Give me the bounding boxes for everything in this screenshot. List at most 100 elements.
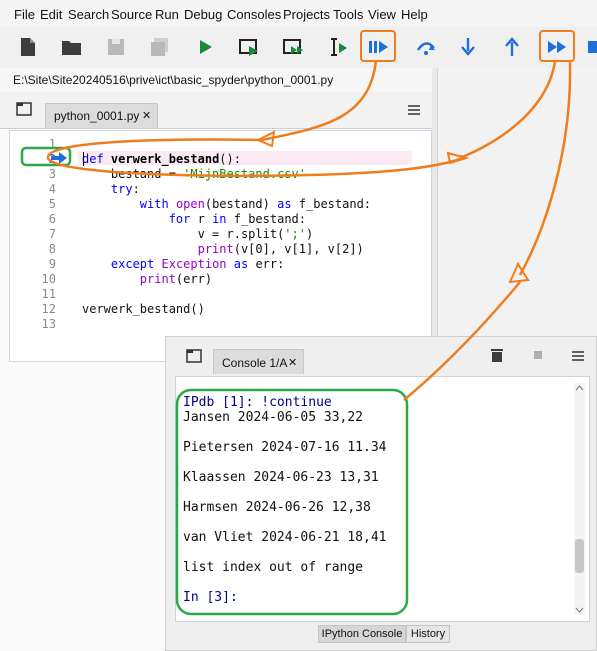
step-over-icon[interactable]: [414, 35, 438, 59]
code-token: ): [305, 227, 314, 241]
menu-search[interactable]: Search: [68, 7, 109, 22]
menu-projects[interactable]: Projects: [283, 7, 330, 22]
code-token: r: [190, 212, 213, 226]
code-line-5: with open(bestand) as f_bestand:: [82, 197, 371, 211]
code-editor[interactable]: 1 2 3 4 5 6 7 8 9 10 11 12 13 def verwer…: [9, 130, 432, 362]
code-line-10: print(err): [82, 272, 212, 286]
menu-consoles[interactable]: Consoles: [227, 7, 281, 22]
console-prompt: IPdb [1]:: [183, 395, 262, 410]
builtin: Exception: [161, 257, 227, 271]
trash-icon[interactable]: [490, 348, 504, 363]
line-number: 7: [48, 227, 56, 241]
save-all-icon[interactable]: [148, 35, 172, 59]
tab-label: Console 1/A: [222, 356, 288, 370]
code-token: err:: [248, 257, 285, 271]
scrollbar-thumb[interactable]: [575, 539, 584, 573]
line-number: 4: [48, 182, 56, 196]
run-cell-icon[interactable]: [237, 35, 261, 59]
menu-view[interactable]: View: [368, 7, 396, 22]
line-number: 9: [48, 257, 56, 271]
console-prompt: In [3]:: [183, 590, 238, 605]
toolbar: [0, 26, 597, 69]
run-selection-icon[interactable]: [326, 35, 350, 59]
console-output-line: van Vliet 2024-06-21 18,41: [183, 530, 387, 545]
tab-label: python_0001.py: [54, 109, 140, 123]
menu-tools[interactable]: Tools: [333, 7, 363, 22]
console-output-line: Harmsen 2024-06-26 12,38: [183, 500, 371, 515]
code-token: (v[0], v[1], v[2]): [233, 242, 364, 256]
editor-tab-bar: python_0001.py ✕: [0, 92, 432, 129]
console-output-line: Jansen 2024-06-05 33,22: [183, 410, 364, 425]
console-output-line: Pietersen 2024-07-16 11.34: [183, 440, 387, 455]
close-icon[interactable]: ✕: [288, 356, 297, 369]
line-number: 8: [48, 242, 56, 256]
console-scrollbar[interactable]: [574, 383, 585, 615]
step-return-icon[interactable]: [500, 35, 524, 59]
new-file-icon[interactable]: [16, 35, 40, 59]
debug-file-icon[interactable]: [366, 35, 390, 59]
continue-icon[interactable]: [545, 35, 569, 59]
builtin: print: [197, 242, 234, 256]
code-line-12: verwerk_bestand(): [82, 302, 205, 316]
tab-console[interactable]: Console 1/A ✕: [213, 349, 304, 374]
menu-source[interactable]: Source: [111, 7, 152, 22]
menu-file[interactable]: File: [14, 7, 35, 22]
code-token: f_bestand:: [291, 197, 372, 211]
builtin: print: [139, 272, 176, 286]
stop-debug-icon[interactable]: [586, 35, 597, 59]
options-menu-icon[interactable]: [571, 350, 585, 362]
code-line-2: def verwerk_bestand():: [82, 152, 241, 166]
code-token: ():: [219, 152, 241, 166]
browse-tabs-icon[interactable]: [16, 102, 32, 116]
line-number: 12: [41, 302, 56, 316]
function-name: verwerk_bestand: [110, 152, 220, 166]
tab-python-0001[interactable]: python_0001.py ✕: [45, 103, 158, 128]
scroll-down-icon[interactable]: [575, 607, 584, 613]
console-output-line: list index out of range: [183, 560, 364, 575]
tab-ipython-console[interactable]: IPython Console: [318, 625, 406, 643]
line-number: 3: [48, 167, 56, 181]
code-token: (err): [175, 272, 213, 286]
options-menu-icon[interactable]: [407, 104, 421, 116]
line-number: 10: [41, 272, 56, 286]
keyword: with: [139, 197, 169, 211]
console-line: In [3]:: [183, 590, 238, 605]
scroll-up-icon[interactable]: [575, 385, 584, 391]
file-path: E:\Site\Site20240516\prive\ict\basic_spy…: [13, 73, 334, 87]
stop-icon[interactable]: [533, 350, 543, 360]
menu-run[interactable]: Run: [155, 7, 179, 22]
console-line: IPdb [1]: !continue: [183, 395, 332, 410]
debug-arrow-icon: [51, 152, 67, 164]
browse-tabs-icon[interactable]: [186, 349, 202, 363]
line-number: 1: [48, 137, 56, 151]
step-into-icon[interactable]: [456, 35, 480, 59]
menu-debug[interactable]: Debug: [184, 7, 222, 22]
builtin: open: [175, 197, 205, 211]
string-literal: ';': [284, 227, 306, 241]
keyword: try: [110, 182, 133, 196]
keyword: as: [233, 257, 249, 271]
save-icon[interactable]: [104, 35, 128, 59]
keyword: def: [82, 152, 104, 166]
code-token: (bestand): [204, 197, 278, 211]
tab-history[interactable]: History: [406, 625, 450, 643]
code-token: :: [132, 182, 140, 196]
ipython-console[interactable]: IPdb [1]: !continue Jansen 2024-06-05 33…: [175, 376, 590, 622]
code-line-9: except Exception as err:: [82, 257, 284, 271]
code-token: bestand =: [110, 167, 184, 181]
code-line-7: v = r.split(';'): [82, 227, 314, 241]
open-file-icon[interactable]: [60, 35, 84, 59]
right-pane: [437, 68, 597, 340]
menu-help[interactable]: Help: [401, 7, 428, 22]
console-command: !continue: [261, 395, 332, 410]
file-path-bar: E:\Site\Site20240516\prive\ict\basic_spy…: [0, 68, 432, 92]
code-token: v = r.split(: [197, 227, 285, 241]
code-line-3: bestand = 'MijnBestand.csv': [82, 167, 306, 181]
run-icon[interactable]: [193, 35, 217, 59]
text-cursor: [83, 152, 84, 166]
close-icon[interactable]: ✕: [142, 109, 151, 122]
menu-edit[interactable]: Edit: [40, 7, 62, 22]
code-line-8: print(v[0], v[1], v[2]): [82, 242, 364, 256]
run-cell-advance-icon[interactable]: [281, 35, 305, 59]
code-line-4: try:: [82, 182, 140, 196]
